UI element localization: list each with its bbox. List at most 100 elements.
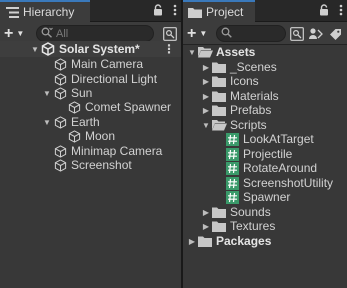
script-label: LookAtTarget [243, 132, 314, 146]
script-row[interactable]: RotateAround [183, 160, 347, 176]
project-toolbar: + ▼ [183, 22, 347, 45]
script-label: Spawner [243, 190, 291, 204]
hierarchy-search[interactable] [36, 25, 154, 42]
lock-icon[interactable] [153, 4, 163, 19]
collapse-arrow-icon[interactable]: ▶ [201, 208, 211, 217]
expand-arrow-icon[interactable]: ▼ [42, 118, 52, 127]
add-label: + [187, 24, 197, 42]
folder-label: Textures [230, 219, 276, 233]
project-search-input[interactable] [235, 27, 285, 40]
add-label: + [4, 24, 14, 42]
gameobject-cube-icon [52, 158, 68, 172]
gameobject-cube-icon [52, 86, 68, 100]
folder-label: Icons [230, 74, 259, 88]
folder-icon [211, 89, 227, 103]
folder-row[interactable]: ▶ Textures [183, 218, 347, 234]
packages-label: Packages [216, 234, 272, 248]
chevron-down-icon: ▼ [199, 29, 208, 38]
tag-icon[interactable] [327, 26, 343, 42]
hierarchy-list-icon [4, 5, 20, 19]
hierarchy-add-button[interactable]: + ▼ [4, 25, 32, 42]
project-search[interactable] [216, 25, 286, 42]
chevron-down-icon: ▼ [16, 29, 25, 38]
filter-by-label-icon[interactable] [307, 26, 323, 42]
script-row[interactable]: LookAtTarget [183, 131, 347, 147]
search-by-type-icon[interactable] [289, 26, 305, 42]
packages-row[interactable]: ▶ Packages [183, 233, 347, 249]
tab-hierarchy-label: Hierarchy [23, 5, 75, 19]
csharp-script-icon [224, 190, 240, 204]
folder-label: Materials [230, 89, 279, 103]
csharp-script-icon [224, 176, 240, 190]
folder-icon [197, 234, 213, 248]
hierarchy-item[interactable]: Comet Spawner [0, 99, 181, 115]
search-icon [221, 27, 232, 41]
item-label: Screenshot [71, 158, 132, 172]
folder-open-icon [211, 118, 227, 132]
collapse-arrow-icon[interactable]: ▶ [201, 222, 211, 231]
expand-arrow-icon[interactable]: ▼ [30, 45, 40, 54]
gameobject-cube-icon [52, 115, 68, 129]
project-tree: ▼ Assets ▶ _Scenes ▶ Icons ▶ Materials ▶… [183, 45, 347, 288]
project-panel: Project + ▼ ▼ Assets ▶ _Scenes ▶ Icons ▶… [183, 0, 347, 288]
hierarchy-panel: Hierarchy + ▼ ▼ [0, 0, 181, 288]
folder-icon [211, 219, 227, 233]
project-tabbar: Project [183, 0, 347, 22]
gameobject-cube-icon [66, 129, 82, 143]
collapse-arrow-icon[interactable]: ▶ [201, 77, 211, 86]
folder-icon [211, 74, 227, 88]
search-icon [41, 27, 53, 41]
folder-row[interactable]: ▶ Prefabs [183, 102, 347, 118]
script-row[interactable]: Spawner [183, 189, 347, 205]
gameobject-cube-icon [52, 57, 68, 71]
gameobject-cube-icon [52, 144, 68, 158]
csharp-script-icon [224, 147, 240, 161]
expand-arrow-icon[interactable]: ▼ [201, 121, 211, 130]
expand-arrow-icon[interactable]: ▼ [187, 48, 197, 57]
folder-tab-icon [187, 5, 203, 19]
tab-project[interactable]: Project [183, 0, 255, 22]
lock-icon[interactable] [319, 4, 329, 19]
folder-open-icon [197, 45, 213, 59]
assets-label: Assets [216, 45, 256, 59]
item-label: Minimap Camera [71, 144, 163, 158]
collapse-arrow-icon[interactable]: ▶ [187, 237, 197, 246]
item-label: Moon [85, 129, 116, 143]
hierarchy-search-input[interactable] [56, 27, 153, 40]
gameobject-cube-icon [66, 100, 82, 114]
csharp-script-icon [224, 161, 240, 175]
scene-visibility-icon[interactable] [162, 26, 178, 42]
folder-icon [211, 60, 227, 74]
hierarchy-item[interactable]: Moon [0, 128, 181, 144]
hierarchy-tabbar: Hierarchy [0, 0, 181, 22]
collapse-arrow-icon[interactable]: ▶ [201, 92, 211, 101]
item-label: Main Camera [71, 57, 144, 71]
folder-icon [211, 205, 227, 219]
tab-project-label: Project [206, 5, 244, 19]
panel-menu-icon[interactable] [173, 4, 177, 19]
tab-hierarchy[interactable]: Hierarchy [0, 0, 90, 22]
folder-label: _Scenes [230, 60, 277, 74]
script-label: Projectile [243, 147, 293, 161]
folder-label: Sounds [230, 205, 271, 219]
collapse-arrow-icon[interactable]: ▶ [201, 106, 211, 115]
collapse-arrow-icon[interactable]: ▶ [201, 63, 211, 72]
scene-menu-icon[interactable]: ⋮ [163, 42, 175, 56]
item-label: Earth [71, 115, 100, 129]
item-label: Directional Light [71, 72, 158, 86]
folder-label: Scripts [230, 118, 267, 132]
hierarchy-item[interactable]: Screenshot [0, 157, 181, 173]
folder-row[interactable]: ▶ Icons [183, 73, 347, 89]
scene-name: Solar System* [59, 42, 140, 56]
expand-arrow-icon[interactable]: ▼ [42, 89, 52, 98]
scene-row[interactable]: ▼ Solar System* ⋮ [0, 41, 181, 57]
assets-row[interactable]: ▼ Assets [183, 44, 347, 60]
script-label: RotateAround [243, 161, 318, 175]
script-label: ScreenshotUtility [243, 176, 334, 190]
panel-menu-icon[interactable] [339, 4, 343, 19]
folder-icon [211, 103, 227, 117]
project-add-button[interactable]: + ▼ [187, 25, 215, 42]
item-label: Sun [71, 86, 93, 100]
csharp-script-icon [224, 132, 240, 146]
hierarchy-item[interactable]: Main Camera [0, 56, 181, 72]
